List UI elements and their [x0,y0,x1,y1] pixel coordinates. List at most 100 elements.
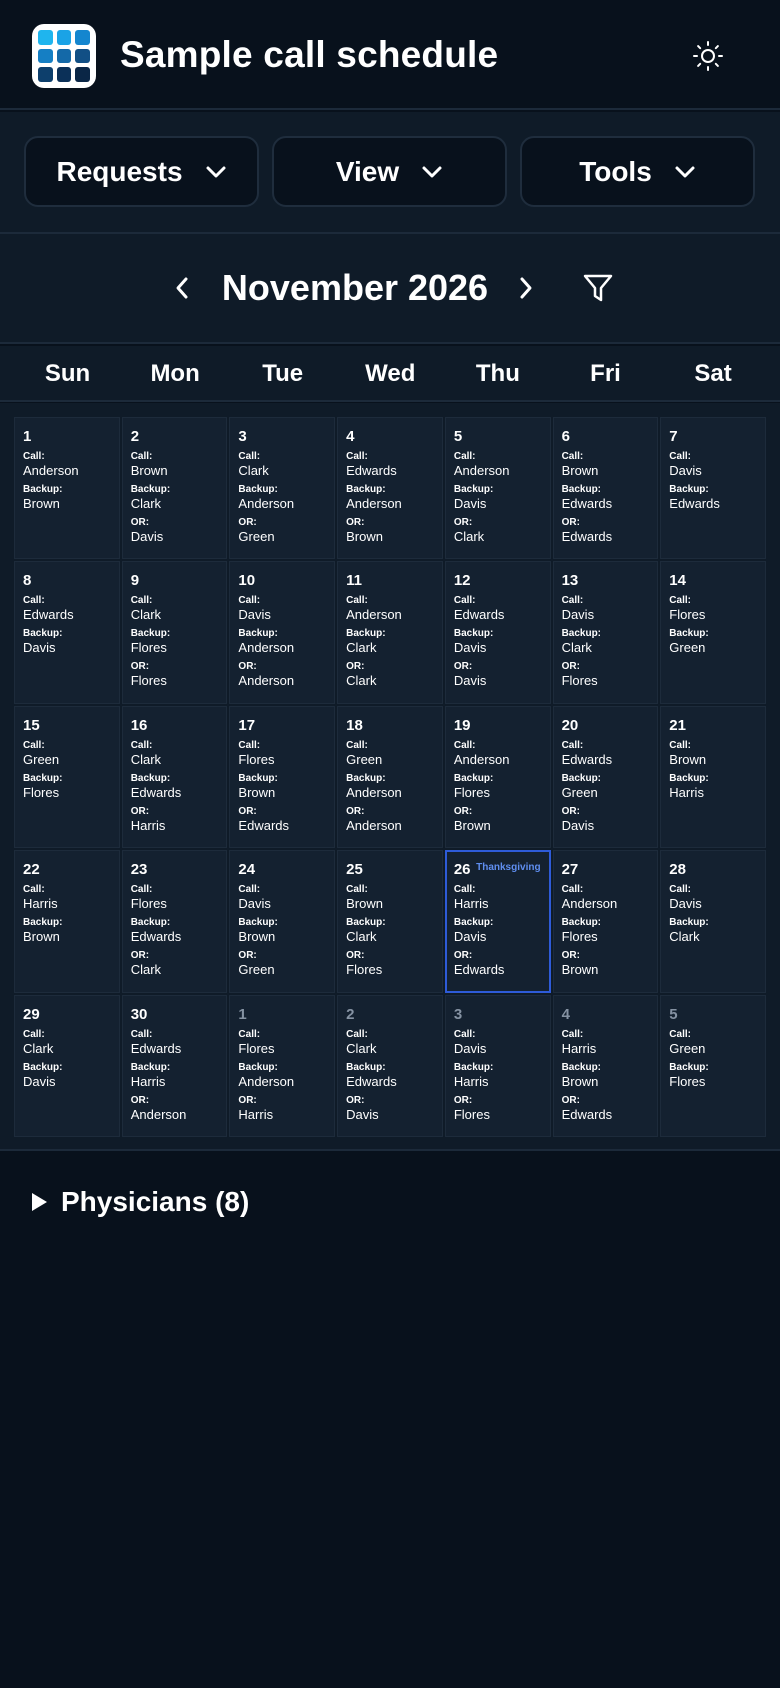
calendar-day-cell[interactable]: 29 Call: Clark Backup: Davis [14,994,120,1137]
backup-label: Backup: [238,917,278,929]
or-label: OR: [453,517,473,528]
calendar-day-cell[interactable]: 20 Call: Edwards Backup: Green OR: Davis [552,705,659,849]
calendar-day-cell[interactable]: 25 Call: Brown Backup: Clark OR: Flores [337,850,443,993]
calendar-grid: 1 Call: Anderson Backup: Brown 2 Call: Brown Bac… [14,417,766,1137]
day-number: 25 [346,861,363,879]
calendar-day-cell[interactable]: 24 Call: Davis Backup: Brown OR: Green [229,850,336,993]
day-number: 17 [238,716,256,734]
call-physician: Clark [238,463,269,478]
chevron-left-icon [176,277,188,299]
calendar-day-cell[interactable]: 12 Call: Edwards Backup: Davis OR: Davis [444,561,551,704]
or-label: OR: [346,805,365,817]
or-label: OR: [561,517,580,528]
calendar-day-cell[interactable]: 10 Call: Davis Backup: Anderson OR: Anderson [229,561,336,704]
or-physician: Flores [346,962,383,978]
next-month-button[interactable] [510,270,542,306]
view-menu-button[interactable]: View [272,136,507,207]
calendar-day-cell[interactable]: 3 Call: Davis Backup: Harris OR: Flores [444,994,551,1137]
calendar-day-cell[interactable]: 16 Call: Clark Backup: Edwards OR: Harris [121,705,228,849]
call-physician: Green [669,1040,706,1056]
call-physician: Edwards [130,1040,182,1056]
calendar-day-cell[interactable]: 3 Call: Clark Backup: Anderson OR: Green [229,417,336,560]
calendar-day-cell[interactable]: 23 Call: Flores Backup: Edwards OR: Clark [121,850,228,993]
calendar-day-cell[interactable]: 1 Call: Anderson Backup: Brown [14,417,120,560]
call-label: Call: [346,595,368,607]
calendar-day-cell[interactable]: 13 Call: Davis Backup: Clark OR: Flores [552,561,659,704]
calendar-day-cell[interactable]: 18 Call: Green Backup: Anderson OR: Anderson [337,705,443,849]
day-number: 2 [346,1005,355,1023]
backup-label: Backup: [23,1061,63,1073]
calendar-day-cell[interactable]: 4 Call: Edwards Backup: Anderson OR: Brown [337,417,443,560]
call-label: Call: [130,1028,153,1040]
call-physician: Edwards [346,463,397,478]
call-label: Call: [669,884,691,896]
call-label: Call: [453,884,476,896]
call-label: Call: [23,595,45,607]
day-number: 10 [238,572,256,590]
or-physician: Edwards [453,962,505,978]
calendar-day-cell[interactable]: 7 Call: Davis Backup: Edwards [660,417,766,560]
day-number: 18 [346,716,363,734]
calendar-day-cell[interactable]: 4 Call: Harris Backup: Brown OR: Edwards [552,994,659,1137]
app-title: Sample call schedule [120,34,499,75]
day-number: 5 [669,1005,678,1023]
call-physician: Clark [23,1040,54,1056]
calendar-day-cell[interactable]: 21 Call: Brown Backup: Harris [660,705,766,849]
tools-label: Tools [579,155,652,187]
calendar-day-cell[interactable]: 28 Call: Davis Backup: Clark [660,850,766,993]
or-label: OR: [130,1094,150,1106]
backup-label: Backup: [130,917,171,929]
call-label: Call: [130,595,153,607]
calendar-day-cell[interactable]: 15 Call: Green Backup: Flores [14,705,120,849]
calendar-day-cell[interactable]: 30 Call: Edwards Backup: Harris OR: Anderson [121,994,228,1137]
theme-toggle-button[interactable] [690,38,726,74]
calendar-day-cell[interactable]: 22 Call: Harris Backup: Brown [14,850,120,993]
calendar-day-cell[interactable]: 2 Call: Clark Backup: Edwards OR: Davis [337,994,443,1137]
calendar-day-cell[interactable]: 6 Call: Brown Backup: Edwards OR: Edwards [552,417,659,560]
filter-button[interactable] [580,270,616,306]
day-number: 20 [561,716,579,734]
backup-physician: Flores [23,784,60,800]
physicians-toggle[interactable]: Physicians (8) [32,1186,249,1218]
day-number: 8 [23,572,32,590]
day-number: 6 [561,428,570,445]
calendar-day-cell[interactable]: 27 Call: Anderson Backup: Flores OR: Brown [552,850,659,993]
backup-physician: Brown [561,1073,599,1089]
call-label: Call: [23,884,45,896]
month-title: November 2026 [221,267,489,308]
chevron-down-icon [675,166,695,177]
call-label: Call: [130,451,153,462]
calendar-day-cell[interactable]: 9 Call: Clark Backup: Flores OR: Flores [121,561,228,704]
logo-square [56,30,72,45]
calendar-day-cell[interactable]: 8 Call: Edwards Backup: Davis [14,561,120,704]
calendar-day-cell[interactable]: 17 Call: Flores Backup: Brown OR: Edwards [229,705,336,849]
call-physician: Clark [130,751,162,767]
backup-label: Backup: [561,628,602,640]
calendar-day-cell[interactable]: 26 Thanksgiving Call: Harris Backup: Davis OR:… [444,850,551,993]
previous-month-button[interactable] [166,270,198,306]
calendar-day-cell[interactable]: 11 Call: Anderson Backup: Clark OR: Clark [337,561,443,704]
backup-label: Backup: [130,628,171,640]
calendar-day-cell[interactable]: 19 Call: Anderson Backup: Flores OR: Brown [444,705,551,849]
backup-physician: Green [561,784,598,800]
backup-physician: Flores [130,640,167,656]
backup-physician: Davis [23,1073,56,1089]
tools-menu-button[interactable]: Tools [520,136,755,207]
day-number: 21 [669,716,686,734]
calendar-day-cell[interactable]: 2 Call: Brown Backup: Clark OR: Davis [121,417,228,560]
backup-label: Backup: [346,484,386,495]
requests-menu-button[interactable]: Requests [24,136,259,207]
calendar-day-cell[interactable]: 1 Call: Flores Backup: Anderson OR: Harris [229,994,336,1137]
calendar-day-cell[interactable]: 5 Call: Anderson Backup: Davis OR: Clark [444,417,551,560]
calendar-day-cell[interactable]: 14 Call: Flores Backup: Green [660,561,766,704]
backup-label: Backup: [561,484,602,495]
or-physician: Davis [561,817,595,833]
app-logo [32,24,96,88]
day-number: 3 [453,1005,463,1023]
calendar-day-cell[interactable]: 5 Call: Green Backup: Flores [660,994,766,1137]
call-label: Call: [238,884,261,896]
or-label: OR: [346,661,365,673]
call-label: Call: [130,884,153,896]
call-label: Call: [453,739,476,751]
backup-physician: Clark [346,929,377,945]
